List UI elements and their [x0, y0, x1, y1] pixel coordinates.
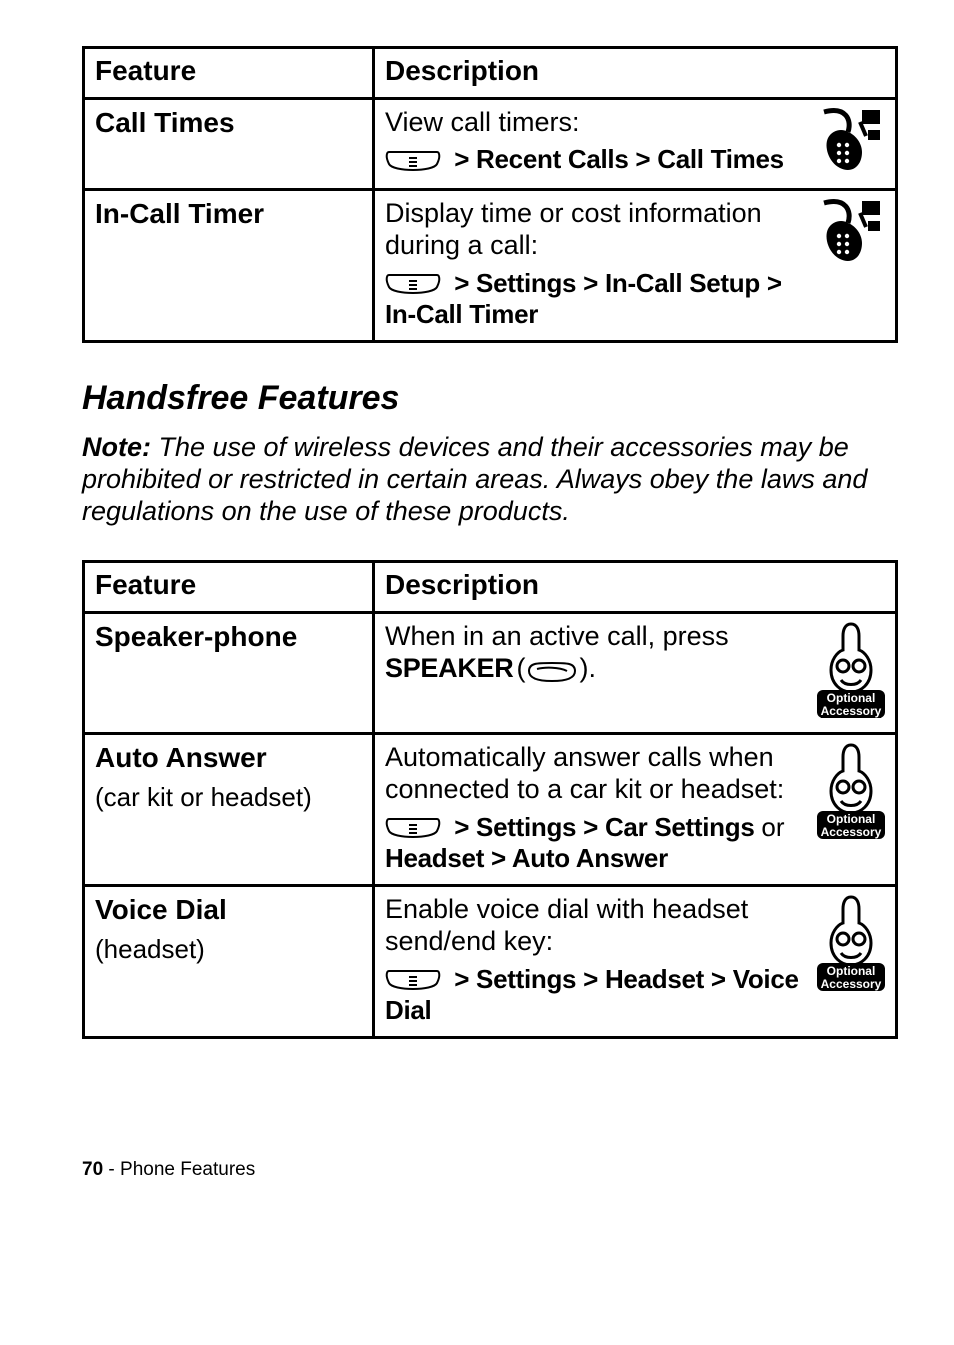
key-label: SPEAKER [385, 653, 513, 683]
note-text: The use of wireless devices and their ac… [82, 432, 867, 526]
menu-key-icon [385, 969, 441, 993]
col-header-description: Description [374, 561, 897, 612]
menu-path: > Recent Calls > Call Times [454, 144, 784, 174]
optional-accessory-icon: Optional Accessory [815, 741, 887, 843]
path-or: or [761, 812, 784, 842]
table-row: Call Times View call timers: [84, 99, 897, 190]
feature-subtext: (headset) [95, 934, 364, 965]
svg-text:Accessory: Accessory [821, 825, 882, 839]
footer-section: Phone Features [120, 1159, 255, 1180]
description-text: When in an active call, press [385, 621, 729, 651]
page-footer: 70 - Phone Features [82, 1159, 898, 1181]
feature-name: Call Times [95, 106, 364, 140]
description-text: Automatically answer calls when connecte… [385, 742, 784, 804]
description-text: View call timers: [385, 107, 580, 137]
description-text: Display time or cost information during … [385, 198, 762, 260]
svg-text:Accessory: Accessory [821, 704, 882, 718]
svg-text:Optional: Optional [827, 964, 876, 978]
optional-accessory-icon: Optional Accessory [815, 893, 887, 995]
right-softkey-icon [527, 661, 577, 683]
table-row: In-Call Timer Display time or cost infor… [84, 190, 897, 342]
page-number: 70 [82, 1159, 103, 1180]
call-features-table: Feature Description Call Times View call… [82, 46, 898, 343]
menu-key-icon [385, 817, 441, 841]
menu-path: > Settings > Car Settings [454, 812, 761, 842]
menu-path: > Settings > Headset > Voice Dial [385, 964, 799, 1025]
optional-accessory-icon: Optional Accessory [815, 620, 887, 722]
feature-subtext: (car kit or headset) [95, 782, 364, 813]
feature-name: In-Call Timer [95, 197, 364, 231]
svg-text:Optional: Optional [827, 812, 876, 826]
network-feature-icon [815, 197, 887, 269]
svg-text:Optional: Optional [827, 691, 876, 705]
footer-sep: - [103, 1159, 120, 1180]
svg-text:Accessory: Accessory [821, 977, 882, 991]
feature-name: Speaker-phone [95, 620, 364, 654]
menu-key-icon [385, 150, 441, 174]
col-header-feature: Feature [84, 561, 374, 612]
description-text: Enable voice dial with headset send/end … [385, 894, 748, 956]
menu-key-icon [385, 273, 441, 297]
handsfree-features-table: Feature Description Speaker-phone When i… [82, 560, 898, 1039]
handsfree-note: Note: The use of wireless devices and th… [82, 432, 898, 528]
network-feature-icon [815, 106, 887, 178]
col-header-feature: Feature [84, 48, 374, 99]
table-row: Auto Answer (car kit or headset) Automat… [84, 733, 897, 885]
feature-name: Auto Answer [95, 741, 364, 775]
menu-path-line2: Headset > Auto Answer [385, 843, 668, 873]
section-title-handsfree: Handsfree Features [82, 379, 898, 418]
description-suffix: . [588, 653, 596, 683]
col-header-description: Description [374, 48, 897, 99]
note-label: Note: [82, 432, 151, 462]
menu-path: > Settings > In-Call Setup > In-Call Tim… [385, 268, 782, 329]
table-row: Speaker-phone When in an active call, pr… [84, 612, 897, 733]
table-row: Voice Dial (headset) Enable voice dial w… [84, 885, 897, 1037]
feature-name: Voice Dial [95, 893, 364, 927]
